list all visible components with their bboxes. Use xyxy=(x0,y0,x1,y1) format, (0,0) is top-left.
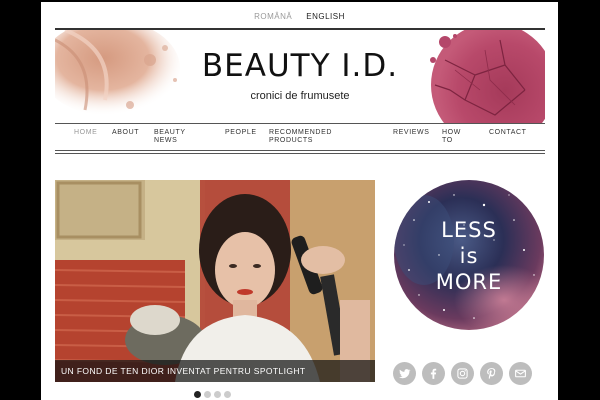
featured-slider[interactable]: UN FOND DE TEN DIOR INVENTAT PENTRU SPOT… xyxy=(55,180,375,382)
widget-line-is: is xyxy=(459,244,479,268)
site-tagline: cronici de frumusete xyxy=(250,90,350,102)
main-navigation: HOME ABOUT BEAUTY NEWS PEOPLE RECOMMENDE… xyxy=(55,123,545,154)
slide-caption[interactable]: UN FOND DE TEN DIOR INVENTAT PENTRU SPOT… xyxy=(55,360,375,382)
widget-line-less: LESS xyxy=(441,218,497,242)
page: ROMÂNĂ ENGLISH BEAUTY I.D. cronici de fr… xyxy=(41,2,558,400)
slider-dot-3[interactable] xyxy=(214,391,221,398)
slide-photo xyxy=(55,180,375,382)
header-banner[interactable]: BEAUTY I.D. cronici de frumusete xyxy=(55,28,545,124)
slider-dot-4[interactable] xyxy=(224,391,231,398)
facebook-icon[interactable] xyxy=(422,362,445,385)
lang-english-link[interactable]: ENGLISH xyxy=(306,12,345,26)
instagram-icon[interactable] xyxy=(451,362,474,385)
slider-dot-1[interactable] xyxy=(194,391,201,398)
pinterest-icon[interactable] xyxy=(480,362,503,385)
less-is-more-widget[interactable]: LESS is MORE xyxy=(394,180,544,330)
nav-item-home[interactable]: HOME xyxy=(74,129,97,137)
language-switcher: ROMÂNĂ ENGLISH xyxy=(41,12,558,26)
nav-item-reviews[interactable]: REVIEWS xyxy=(393,129,429,137)
site-title: BEAUTY I.D. xyxy=(201,48,399,84)
nav-item-about[interactable]: ABOUT xyxy=(112,129,139,137)
nav-item-recommended-products[interactable]: RECOMMENDED PRODUCTS xyxy=(269,129,349,145)
nav-item-people[interactable]: PEOPLE xyxy=(225,129,257,137)
widget-line-more: MORE xyxy=(435,270,503,294)
nav-item-how-to[interactable]: HOW TO xyxy=(442,129,466,145)
nav-item-beauty-news[interactable]: BEAUTY NEWS xyxy=(154,129,194,145)
slider-dot-2[interactable] xyxy=(204,391,211,398)
twitter-icon[interactable] xyxy=(393,362,416,385)
nav-item-contact[interactable]: CONTACT xyxy=(489,129,527,137)
social-links xyxy=(393,362,532,385)
lang-romana-link[interactable]: ROMÂNĂ xyxy=(254,12,292,26)
slider-pagination xyxy=(194,391,231,398)
email-icon[interactable] xyxy=(509,362,532,385)
